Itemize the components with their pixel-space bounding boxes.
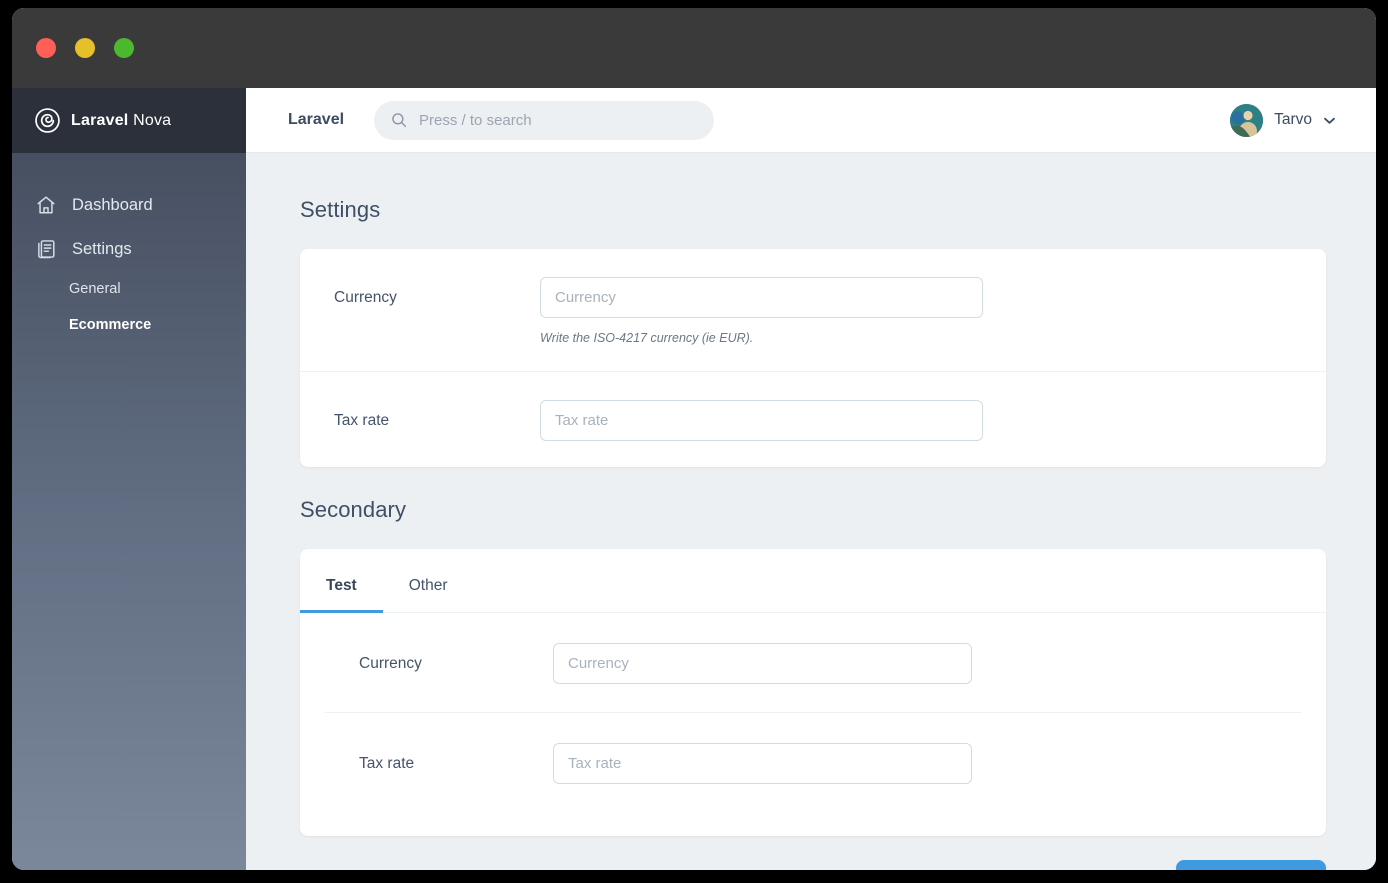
- sidebar-item-settings[interactable]: Settings: [12, 227, 246, 271]
- field-row-tax-rate: Tax rate: [300, 371, 1326, 467]
- brand-name-light: Nova: [128, 111, 172, 129]
- header-brand-label: Laravel: [288, 111, 345, 128]
- content-area: Settings Currency Write the ISO-4217 cur…: [246, 153, 1376, 870]
- search-icon: [392, 113, 407, 128]
- home-icon: [37, 196, 55, 214]
- field-control-tax-rate: [540, 400, 1326, 441]
- field-control-currency: Write the ISO-4217 currency (ie EUR).: [540, 277, 1326, 345]
- field-row-currency: Currency Write the ISO-4217 currency (ie…: [300, 249, 1326, 371]
- maximize-window-button[interactable]: [114, 38, 134, 58]
- brand-name-bold: Laravel: [71, 111, 129, 129]
- tab-list: Test Other: [300, 549, 1326, 613]
- sidebar-brand[interactable]: Laravel Nova: [12, 88, 246, 153]
- currency-input[interactable]: [540, 277, 983, 318]
- tax-rate-input[interactable]: [540, 400, 983, 441]
- sidebar-item-dashboard-label: Dashboard: [72, 195, 153, 214]
- field-label-secondary-tax-rate: Tax rate: [359, 755, 415, 772]
- page-title: Settings: [300, 197, 381, 222]
- field-control-secondary-currency: [553, 643, 1301, 684]
- sidebar: Laravel Nova Dashboard Settings General …: [12, 88, 246, 870]
- sidebar-brand-label: Laravel Nova: [71, 112, 171, 130]
- close-window-button[interactable]: [36, 38, 56, 58]
- sidebar-subitem-general[interactable]: General: [12, 271, 246, 307]
- content-inner: Settings Currency Write the ISO-4217 cur…: [300, 197, 1326, 870]
- user-name-label: Tarvo: [1274, 111, 1312, 128]
- tab-panel-test: Currency Tax rate: [300, 613, 1326, 812]
- user-menu[interactable]: Tarvo: [1230, 103, 1336, 137]
- field-label-secondary-currency: Currency: [359, 655, 422, 672]
- tab-panel-bottom-spacer: [300, 812, 1326, 836]
- traffic-lights: [36, 38, 134, 58]
- tab-other[interactable]: Other: [383, 577, 474, 612]
- chevron-down-icon: [1324, 117, 1335, 124]
- secondary-section-title: Secondary: [300, 497, 407, 522]
- tab-test[interactable]: Test: [300, 577, 383, 613]
- user-avatar: [1230, 103, 1264, 137]
- nova-spiral-icon: [35, 108, 60, 133]
- form-actions: Save settings: [300, 836, 1326, 870]
- currency-help-text: Write the ISO-4217 currency (ie EUR).: [540, 331, 754, 345]
- minimize-window-button[interactable]: [75, 38, 95, 58]
- window-titlebar: [12, 8, 1376, 88]
- app-body: Laravel Nova Dashboard Settings General …: [12, 88, 1376, 870]
- search-bar[interactable]: [374, 100, 715, 140]
- avatar: [1230, 103, 1264, 137]
- top-header: Laravel Press / to search Tarvo: [246, 88, 1376, 153]
- documents-icon: [38, 240, 55, 259]
- main-column: Laravel Press / to search Tarvo Settings…: [246, 88, 1376, 870]
- settings-card: Currency Write the ISO-4217 currency (ie…: [300, 249, 1326, 467]
- secondary-currency-input[interactable]: [553, 643, 972, 684]
- app-window: Laravel Nova Dashboard Settings General …: [12, 8, 1376, 870]
- field-row-secondary-currency: Currency: [325, 613, 1301, 712]
- sidebar-nav: Dashboard Settings General Ecommerce: [12, 153, 246, 343]
- secondary-tax-rate-input[interactable]: [553, 743, 972, 784]
- sidebar-subitem-ecommerce[interactable]: Ecommerce: [12, 307, 246, 343]
- field-row-secondary-tax-rate: Tax rate: [325, 712, 1301, 812]
- sidebar-item-settings-label: Settings: [72, 239, 132, 258]
- field-label-tax-rate: Tax rate: [334, 412, 390, 429]
- save-settings-button[interactable]: Save settings: [1176, 860, 1326, 870]
- field-label-currency: Currency: [334, 289, 397, 306]
- secondary-card: Test Other Currency Tax rate: [300, 549, 1326, 836]
- search-input[interactable]: [419, 111, 699, 129]
- sidebar-item-dashboard[interactable]: Dashboard: [12, 183, 246, 227]
- field-control-secondary-tax-rate: [553, 743, 1301, 784]
